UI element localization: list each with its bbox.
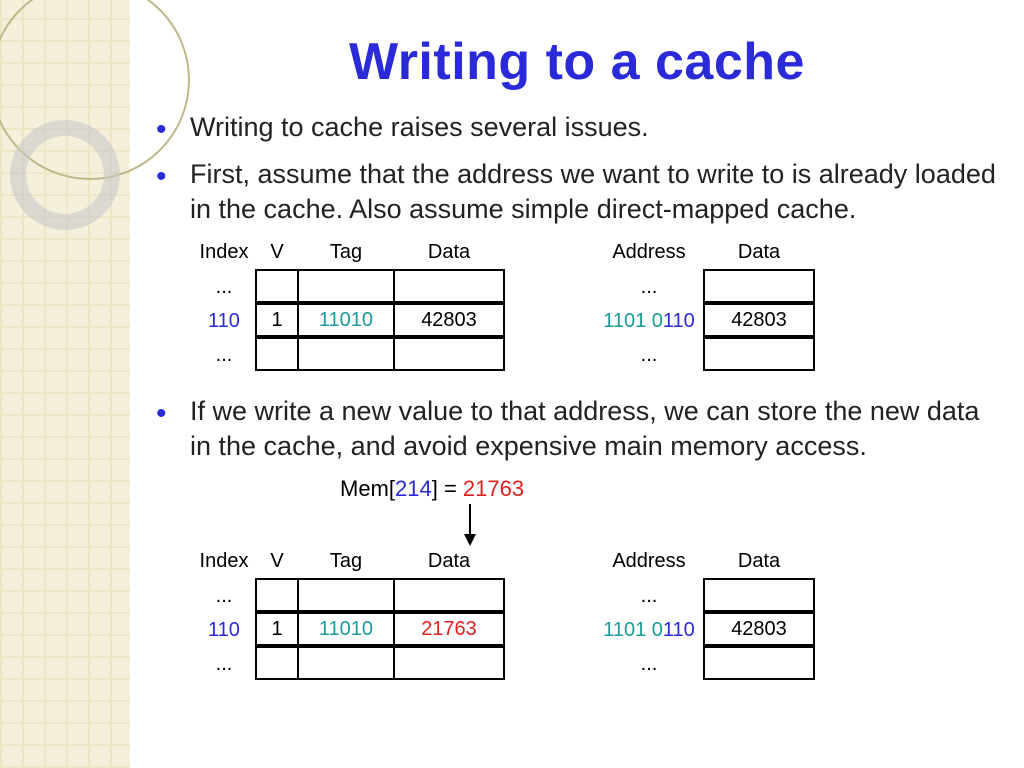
cache2-row-top-data (393, 578, 505, 612)
cache-v-1: 1 (255, 303, 299, 337)
mem-addr-idx-part: 110 (663, 310, 695, 333)
cache-row-top-data (393, 269, 505, 303)
cache-row-bot-tag (297, 337, 395, 371)
hdr-data-mem-2: Data (704, 548, 814, 579)
cache-row-bot-v (255, 337, 299, 371)
mem-expr-pre: Mem[ (340, 476, 395, 501)
mem-data-top (703, 269, 815, 303)
cache-table-1: Index V Tag Data ... 110 1 11010 42803 .… (192, 239, 504, 372)
hdr-tag: Tag (298, 239, 394, 270)
cache-data-1: 42803 (393, 303, 505, 337)
hdr-data-2: Data (394, 548, 504, 579)
hdr-index-2: Index (192, 548, 256, 579)
mem-addr-top-ellipsis: ... (594, 270, 704, 304)
bullet-3: If we write a new value to that address,… (178, 394, 1004, 464)
cache-table-2: Index V Tag Data ... 110 1 11010 21763 .… (192, 548, 504, 681)
mem-expr-mid: ] = (432, 476, 463, 501)
mem-expr-addr: 214 (395, 476, 432, 501)
mem-expr-val: 21763 (463, 476, 524, 501)
hdr-address-2: Address (594, 548, 704, 579)
mem2-addr-tag-part: 1101 0 (603, 619, 663, 642)
cache2-idx-bot-ellipsis: ... (192, 647, 256, 681)
diagram-row-1: Index V Tag Data ... 110 1 11010 42803 .… (192, 239, 1004, 372)
bullet-list-2: If we write a new value to that address,… (150, 394, 1004, 464)
mem-addr-mid: 1101 0110 (594, 304, 704, 338)
mem-assignment-expr: Mem[214] = 21763 (340, 476, 1004, 502)
hdr-v-2: V (256, 548, 298, 579)
cache2-row-top-v (255, 578, 299, 612)
mem-addr-tag-part: 1101 0 (603, 310, 663, 333)
hdr-tag-2: Tag (298, 548, 394, 579)
mem2-addr-idx-part: 110 (663, 619, 695, 642)
hdr-address: Address (594, 239, 704, 270)
cache-idx-bot-ellipsis: ... (192, 338, 256, 372)
mem2-addr-top-ellipsis: ... (594, 579, 704, 613)
arrow-down-icon (460, 504, 1004, 546)
cache2-row-bot-tag (297, 646, 395, 680)
bullet-list: Writing to cache raises several issues. … (150, 110, 1004, 227)
cache2-idx-mid: 110 (192, 613, 256, 647)
cache-idx-top-ellipsis: ... (192, 270, 256, 304)
cache2-tag: 11010 (297, 612, 395, 646)
mem2-data-top (703, 578, 815, 612)
cache-row-top-v (255, 269, 299, 303)
mem-data-bot (703, 337, 815, 371)
cache2-idx-top-ellipsis: ... (192, 579, 256, 613)
cache-idx-mid: 110 (192, 304, 256, 338)
slide-content: Writing to a cache Writing to cache rais… (130, 0, 1024, 768)
cache-row-top-tag (297, 269, 395, 303)
hdr-v: V (256, 239, 298, 270)
bullet-2: First, assume that the address we want t… (178, 157, 1004, 227)
mem-data-1: 42803 (703, 303, 815, 337)
memory-table-1: Address Data ... 1101 0110 42803 ... (594, 239, 814, 372)
mem2-addr-mid: 1101 0110 (594, 613, 704, 647)
cache2-row-bot-v (255, 646, 299, 680)
cache-row-bot-data (393, 337, 505, 371)
cache2-v: 1 (255, 612, 299, 646)
cache2-data: 21763 (393, 612, 505, 646)
diagram-row-2: Index V Tag Data ... 110 1 11010 21763 .… (192, 548, 1004, 681)
mem2-data-bot (703, 646, 815, 680)
cache2-row-top-tag (297, 578, 395, 612)
cache2-row-bot-data (393, 646, 505, 680)
hdr-index: Index (192, 239, 256, 270)
hdr-data: Data (394, 239, 504, 270)
slide-title: Writing to a cache (150, 32, 1004, 92)
memory-table-2: Address Data ... 1101 0110 42803 ... (594, 548, 814, 681)
mem2-addr-bot-ellipsis: ... (594, 647, 704, 681)
cache-tag-1: 11010 (297, 303, 395, 337)
decor-circle-thick (10, 120, 120, 230)
mem2-data: 42803 (703, 612, 815, 646)
mem-addr-bot-ellipsis: ... (594, 338, 704, 372)
bullet-1: Writing to cache raises several issues. (178, 110, 1004, 145)
hdr-data-mem: Data (704, 239, 814, 270)
